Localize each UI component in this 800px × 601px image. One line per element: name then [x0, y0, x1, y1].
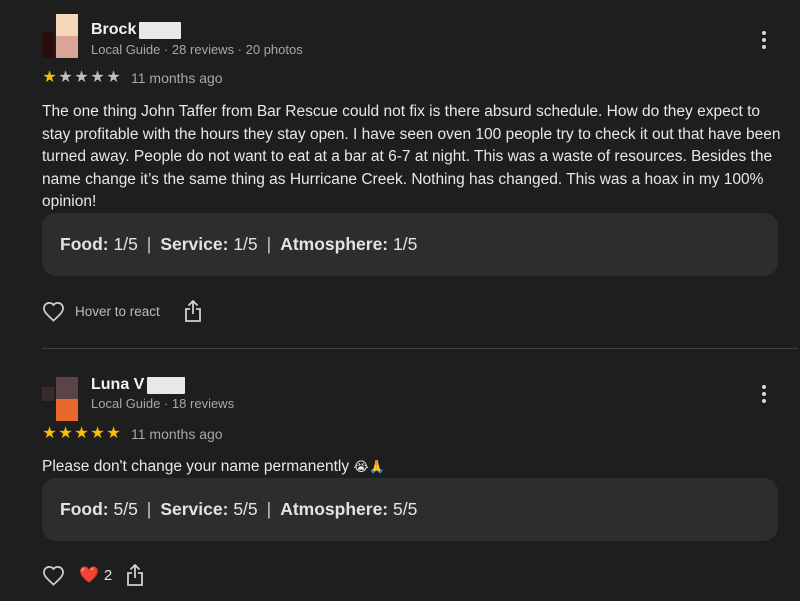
star-icon: ★ — [42, 69, 57, 86]
food-value: 1/5 — [113, 234, 138, 254]
food-label: Food: — [60, 234, 109, 254]
star-icon: ★ — [58, 425, 73, 442]
separator: | — [146, 499, 152, 519]
food-value: 5/5 — [113, 499, 138, 519]
like-button[interactable] — [42, 301, 65, 322]
reaction-count-value: 2 — [103, 566, 113, 584]
star-icon: ★ — [90, 69, 105, 86]
separator: | — [266, 234, 272, 254]
star-icon: ★ — [106, 69, 121, 86]
review-emoji: 😭🙏 — [353, 459, 385, 474]
star-rating: ★ ★ ★ ★ ★ — [42, 425, 121, 443]
star-rating: ★ ★ ★ ★ ★ — [42, 69, 121, 87]
separator: | — [266, 499, 272, 519]
sub-ratings: Food: 5/5 | Service: 5/5 | Atmosphere: 5… — [42, 478, 778, 541]
service-label: Service: — [160, 499, 229, 519]
redacted-surname — [139, 21, 182, 39]
more-vert-icon — [762, 385, 766, 389]
redacted-surname — [147, 376, 186, 394]
heart-outline-icon — [43, 301, 64, 322]
reviewer-name-row[interactable]: Brock — [91, 21, 182, 39]
star-icon: ★ — [58, 69, 73, 86]
atmosphere-label: Atmosphere: — [280, 499, 389, 519]
review-time: 11 months ago — [131, 426, 223, 442]
share-button[interactable] — [184, 300, 202, 322]
review-actions: ❤️ 2 — [42, 564, 144, 586]
sub-ratings: Food: 1/5 | Service: 1/5 | Atmosphere: 1… — [42, 213, 778, 276]
more-options-button[interactable] — [754, 382, 774, 406]
star-icon: ★ — [74, 425, 89, 442]
reaction-count[interactable]: ❤️ 2 — [79, 565, 112, 585]
more-vert-icon — [762, 31, 766, 35]
hover-to-react-label: Hover to react — [75, 303, 160, 319]
atmosphere-value: 1/5 — [393, 234, 418, 254]
star-icon: ★ — [42, 425, 57, 442]
reviewer-meta: Local Guide · 18 reviews — [91, 396, 235, 411]
review-time: 11 months ago — [131, 70, 223, 86]
food-label: Food: — [60, 499, 109, 519]
review-card: Brock Local Guide · 28 reviews · 20 phot… — [0, 0, 800, 348]
rating-row: ★ ★ ★ ★ ★ 11 months ago — [42, 425, 223, 443]
more-options-button[interactable] — [754, 28, 774, 52]
review-actions: Hover to react — [42, 300, 202, 322]
review-text-body: Please don't change your name permanentl… — [42, 458, 350, 475]
share-button[interactable] — [126, 564, 144, 586]
reviewer-name-row[interactable]: Luna V — [91, 376, 186, 394]
review-card: Luna V Local Guide · 18 reviews ★ ★ ★ ★ … — [0, 349, 800, 601]
atmosphere-label: Atmosphere: — [280, 234, 389, 254]
service-value: 5/5 — [233, 499, 258, 519]
avatar[interactable] — [42, 377, 78, 421]
red-heart-icon: ❤️ — [79, 567, 99, 584]
separator: | — [146, 234, 152, 254]
reviewer-meta: Local Guide · 28 reviews · 20 photos — [91, 42, 303, 57]
rating-row: ★ ★ ★ ★ ★ 11 months ago — [42, 69, 223, 87]
atmosphere-value: 5/5 — [393, 499, 418, 519]
heart-outline-icon — [43, 565, 64, 586]
service-label: Service: — [160, 234, 229, 254]
share-icon — [184, 300, 201, 322]
star-icon: ★ — [74, 69, 89, 86]
reviewer-name[interactable]: Brock — [91, 21, 136, 39]
like-button[interactable] — [42, 565, 65, 586]
review-text: The one thing John Taffer from Bar Rescu… — [42, 103, 781, 210]
star-icon: ★ — [106, 425, 121, 442]
review-text: Please don't change your name permanentl… — [42, 456, 782, 479]
avatar[interactable] — [42, 14, 78, 58]
service-value: 1/5 — [233, 234, 258, 254]
star-icon: ★ — [90, 425, 105, 442]
share-icon — [127, 564, 144, 586]
reviewer-name[interactable]: Luna V — [91, 376, 144, 394]
